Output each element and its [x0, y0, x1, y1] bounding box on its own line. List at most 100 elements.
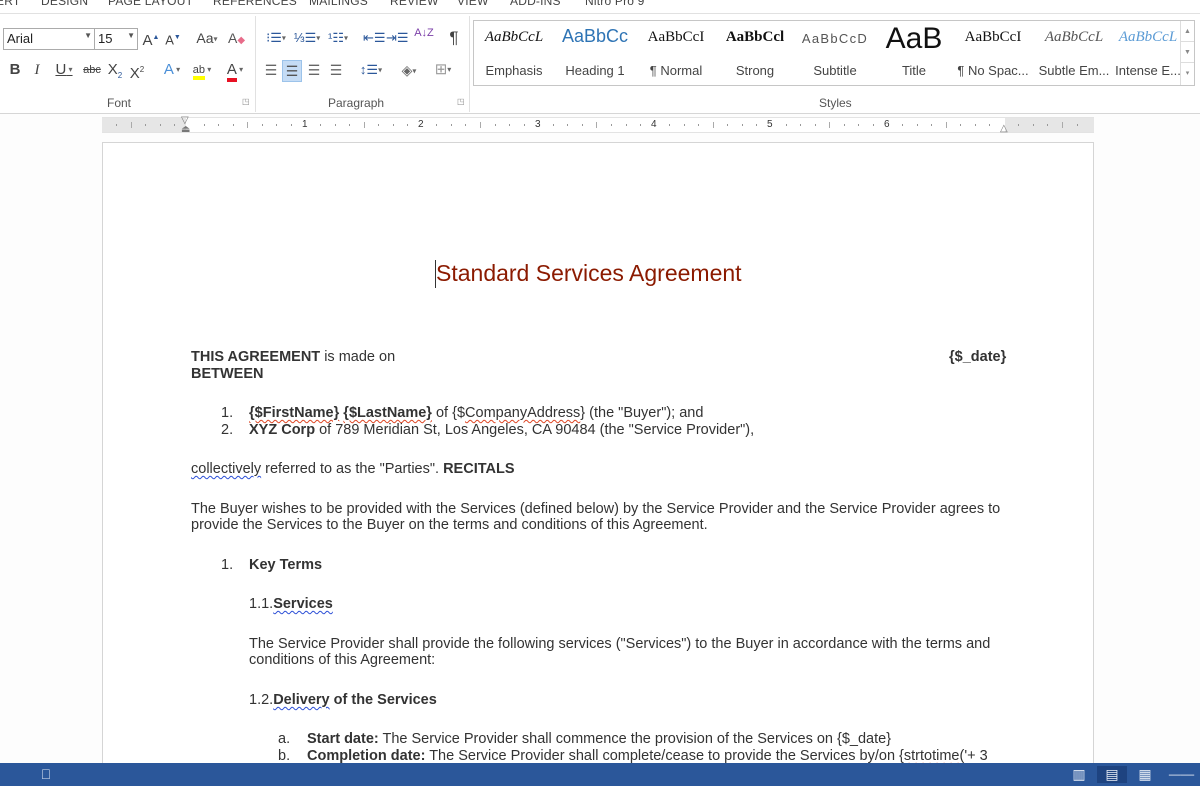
chevron-down-icon[interactable]: ▼ — [127, 31, 135, 40]
tab-view[interactable]: VIEW — [457, 0, 488, 8]
show-formatting-button[interactable]: ¶ — [446, 28, 462, 50]
underline-button[interactable]: U ▾ — [52, 60, 76, 82]
read-mode-icon[interactable]: ▥ — [1068, 766, 1090, 783]
style-intense-emphasis[interactable]: AaBbCcL Intense E... — [1114, 21, 1182, 85]
right-indent-marker[interactable]: △ — [1000, 123, 1008, 134]
ruler-tick — [407, 124, 409, 126]
text-effects-button[interactable]: A ▾ — [158, 60, 186, 82]
align-left-icon: ☰ — [264, 62, 278, 78]
scroll-up-icon[interactable]: ▲ — [1181, 21, 1194, 42]
strikethrough-icon: abc — [83, 64, 101, 76]
paragraph-dialog-launcher-icon[interactable]: ◳ — [457, 98, 465, 106]
pilcrow-icon: ¶ — [449, 28, 459, 47]
style-sample: AaB — [885, 22, 943, 55]
numbered-list-icon: ⅓☰ — [293, 30, 317, 45]
increase-indent-button[interactable]: ⇥☰ — [386, 28, 409, 50]
highlight-button[interactable]: ab ▾ — [188, 60, 216, 82]
list-letter: a. — [278, 731, 291, 747]
shrink-font-button[interactable]: A▼ — [164, 28, 182, 50]
tab-design[interactable]: DESIGN — [41, 0, 88, 8]
horizontal-ruler[interactable]: 1 2 3 4 5 6 ▽ ⏏ △ — [102, 115, 1094, 135]
numbering-button[interactable]: ⅓☰▾ — [292, 28, 322, 50]
clear-formatting-button[interactable]: A◆ — [228, 28, 245, 50]
zoom-slider[interactable]: —‒‒ — [1163, 766, 1200, 783]
font-color-button[interactable]: A ▾ — [220, 60, 250, 82]
justify-icon: ☰ — [329, 62, 343, 78]
style-no-spacing[interactable]: AaBbCcI ¶ No Spac... — [952, 21, 1034, 85]
font-size-value: 15 — [98, 31, 113, 46]
print-layout-icon[interactable]: ▤ — [1097, 766, 1127, 783]
tab-add-ins[interactable]: ADD-INS — [510, 0, 561, 8]
italic-button[interactable]: I — [31, 60, 43, 82]
align-left-button[interactable]: ☰ — [262, 60, 280, 82]
style-title[interactable]: AaB Title — [876, 21, 952, 85]
ruler-tick — [247, 122, 249, 128]
services-paragraph-line: conditions of this Agreement: — [249, 652, 436, 668]
style-heading-1[interactable]: AaBbCc Heading 1 — [554, 21, 636, 85]
style-sample: AaBbCcI — [647, 29, 705, 45]
delivery-list-item: a. Start date: The Service Provider shall… — [278, 731, 891, 747]
align-center-icon: ☰ — [285, 63, 299, 79]
subscript-icon: X — [107, 61, 118, 78]
style-strong[interactable]: AaBbCcl Strong — [716, 21, 794, 85]
group-divider — [469, 16, 470, 112]
style-normal[interactable]: AaBbCcI ¶ Normal — [636, 21, 716, 85]
font-size-combo[interactable]: 15 ▼ — [94, 28, 138, 50]
tab-page-layout[interactable]: PAGE LAYOUT — [108, 0, 193, 8]
gallery-scrollbar[interactable]: ▲ ▼ ▾ — [1180, 21, 1194, 85]
tab-nitro-pro[interactable]: Nitro Pro 9 — [585, 0, 645, 8]
document-page[interactable]: Standard Services Agreement THIS AGREEME… — [102, 142, 1094, 782]
decrease-indent-button[interactable]: ⇤☰ — [363, 28, 386, 50]
style-name: ¶ Normal — [649, 63, 703, 78]
superscript-button[interactable]: X2 — [129, 60, 145, 82]
bold-button[interactable]: B — [8, 60, 22, 82]
web-layout-icon[interactable]: ▦ — [1134, 766, 1156, 783]
grow-font-button[interactable]: A▲ — [142, 28, 160, 50]
borders-button[interactable]: ⊞▾ — [428, 60, 458, 82]
align-right-button[interactable]: ☰ — [305, 60, 323, 82]
styles-group-label: Styles — [819, 96, 852, 110]
ruler-tick — [159, 124, 161, 126]
style-sample: AaBbCcL — [1044, 29, 1104, 45]
bullets-button[interactable]: ⁝☰▾ — [261, 28, 291, 50]
ruler-tick — [509, 124, 511, 126]
section-title: Key Terms — [249, 557, 323, 573]
tab-references[interactable]: REFERENCES — [213, 0, 297, 8]
font-dialog-launcher-icon[interactable]: ◳ — [242, 98, 250, 106]
ruler-tick — [843, 124, 845, 126]
macro-recording-icon[interactable]: ⎕ — [36, 766, 56, 783]
ruler-tick — [800, 124, 802, 126]
ruler-tick — [698, 124, 700, 126]
line-spacing-button[interactable]: ↕☰▾ — [357, 60, 385, 82]
ruler-tick — [552, 124, 554, 126]
style-sample: AaBbCcL — [484, 29, 544, 45]
style-sample: AaBbCc — [561, 26, 629, 46]
ruler-tick — [174, 124, 176, 126]
more-styles-icon[interactable]: ▾ — [1181, 63, 1194, 84]
subscript-button[interactable]: X2 — [107, 60, 123, 82]
sort-button[interactable]: A↓Z — [414, 28, 434, 50]
strikethrough-button[interactable]: abc — [81, 60, 103, 82]
font-name-value: Arial — [7, 31, 34, 46]
ruler-tick — [1062, 122, 1063, 128]
chevron-down-icon[interactable]: ▼ — [84, 31, 92, 40]
tab-insert[interactable]: ERT — [0, 0, 20, 8]
style-subtle-emphasis[interactable]: AaBbCcL Subtle Em... — [1034, 21, 1114, 85]
hanging-indent-marker[interactable]: ⏏ — [181, 124, 190, 135]
style-emphasis[interactable]: AaBbCcL Emphasis — [474, 21, 554, 85]
multilevel-list-button[interactable]: ¹☷▾ — [323, 28, 353, 50]
shading-button[interactable]: ◈▾ — [395, 60, 423, 82]
tab-review[interactable]: REVIEW — [390, 0, 439, 8]
align-center-button[interactable]: ☰ — [282, 60, 302, 82]
style-subtitle[interactable]: AaBbCcD Subtitle — [794, 21, 876, 85]
tab-mailings[interactable]: MAILINGS — [309, 0, 368, 8]
change-case-button[interactable]: Aa▾ — [192, 28, 222, 50]
justify-button[interactable]: ☰ — [327, 60, 345, 82]
collectively-text: referred to as the "Parties". — [261, 461, 444, 477]
font-name-combo[interactable]: Arial ▼ — [3, 28, 95, 50]
ruler-tick — [872, 124, 874, 126]
section-heading: 1. Key Terms — [221, 557, 322, 573]
scroll-down-icon[interactable]: ▼ — [1181, 42, 1194, 63]
ruler-tick — [203, 124, 205, 126]
ruler-tick — [261, 124, 263, 126]
